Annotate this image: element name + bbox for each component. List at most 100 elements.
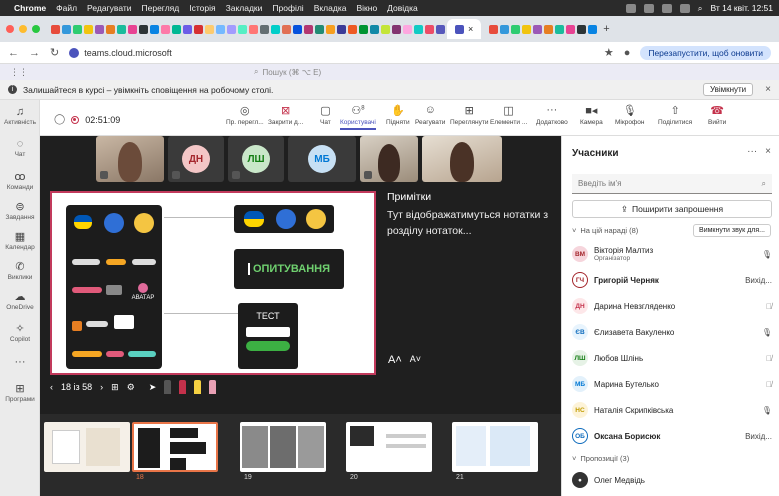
site-info-icon[interactable] <box>69 47 80 58</box>
mic-icon[interactable]: 🎙 <box>762 328 772 337</box>
mic-muted-icon[interactable]: 🎙̸ <box>766 354 772 363</box>
avatar-tile[interactable]: ЛШ <box>228 136 284 182</box>
grid-view-icon[interactable]: ⊞ <box>111 382 119 393</box>
tab-favicon-icon[interactable] <box>337 24 346 34</box>
profile-icon[interactable]: ● <box>624 47 631 59</box>
participant-row[interactable]: ДН Дарина Невзгляденко 🎙̸ <box>572 296 772 316</box>
slide-thumbnail[interactable] <box>240 422 326 472</box>
suggestions-section[interactable]: ˅ Пропозиції (3) <box>572 454 629 463</box>
participant-row[interactable]: ОБ Оксана Борисюк Вихід... <box>572 426 772 446</box>
tab-favicon-icon[interactable] <box>489 24 499 34</box>
in-meeting-section[interactable]: ˅ На цій нараді (8) <box>572 226 638 235</box>
tab-favicon-icon[interactable] <box>95 24 104 34</box>
reload-icon[interactable]: ↻ <box>50 46 59 59</box>
forward-icon[interactable]: → <box>29 47 40 59</box>
increase-font-icon[interactable]: A˄ <box>388 354 402 366</box>
tab-favicon-icon[interactable] <box>555 24 565 34</box>
mic-button[interactable]: 🎙 Мікрофон <box>615 104 645 126</box>
tab-favicon-icon[interactable] <box>51 24 60 34</box>
close-window-icon[interactable] <box>6 25 14 33</box>
tab-favicon-icon[interactable] <box>403 24 412 34</box>
mic-icon[interactable]: 🎙 <box>762 250 772 259</box>
tab-favicon-icon[interactable] <box>293 24 302 34</box>
tab-favicon-icon[interactable] <box>238 24 247 34</box>
rail-calendar[interactable]: ▦ Календар <box>0 230 40 251</box>
camera-button[interactable]: ■◂ Камера <box>580 104 603 126</box>
tab-favicon-icon[interactable] <box>304 24 313 34</box>
tab-favicon-icon[interactable] <box>62 24 71 34</box>
menu-window[interactable]: Вікно <box>356 3 377 13</box>
tab-favicon-icon[interactable] <box>117 24 126 34</box>
tab-favicon-icon[interactable] <box>392 24 401 34</box>
enable-notifications-button[interactable]: Увімкнути <box>702 83 754 96</box>
pen-icon[interactable] <box>164 380 172 394</box>
participant-row[interactable]: НС Наталія Скрипківська 🎙 <box>572 400 772 420</box>
menu-tab[interactable]: Вкладка <box>314 3 347 13</box>
tab-favicon-icon[interactable] <box>227 24 236 34</box>
presenter-view-button[interactable]: ◎ Пр. перегл... <box>226 104 264 126</box>
menu-profiles[interactable]: Профілі <box>272 3 303 13</box>
mic-muted-icon[interactable]: 🎙̸ <box>766 380 772 389</box>
react-button[interactable]: ☺ Реагувати <box>415 104 445 126</box>
tab-favicon-icon[interactable] <box>216 24 225 34</box>
tray-icon[interactable] <box>643 3 654 13</box>
participant-search-input[interactable]: Введіть ім'я ⌕ <box>572 174 772 194</box>
tab-favicon-icon[interactable] <box>249 24 258 34</box>
tab-favicon-icon[interactable] <box>370 24 379 34</box>
tab-favicon-icon[interactable] <box>172 24 181 34</box>
mute-all-button[interactable]: Вимкнути звук для... <box>693 224 771 237</box>
tray-icon[interactable] <box>661 3 672 13</box>
tab-favicon-icon[interactable] <box>128 24 137 34</box>
tab-favicon-icon[interactable] <box>566 24 576 34</box>
tab-favicon-icon[interactable] <box>194 24 203 34</box>
highlighter-icon[interactable] <box>194 380 202 394</box>
participant-row[interactable]: ЄВ Єлизавета Вакуленко 🎙 <box>572 322 772 342</box>
slide-thumbnail[interactable] <box>346 422 432 472</box>
menu-history[interactable]: Історія <box>189 3 215 13</box>
minimize-window-icon[interactable] <box>19 25 27 33</box>
tray-icon[interactable] <box>625 3 636 13</box>
tab-favicon-icon[interactable] <box>544 24 554 34</box>
menu-bookmarks[interactable]: Закладки <box>226 3 263 13</box>
tab-favicon-icon[interactable] <box>315 24 324 34</box>
tab-favicon-icon[interactable] <box>271 24 280 34</box>
video-tile[interactable] <box>96 136 164 182</box>
slide-thumbnail[interactable] <box>44 422 130 472</box>
wifi-icon[interactable] <box>679 3 690 13</box>
view-button[interactable]: ⊞ Переглянути <box>450 104 489 126</box>
rail-more[interactable]: ··· <box>0 356 40 369</box>
rail-activity[interactable]: ♫ Активність <box>0 106 40 126</box>
more-options-button[interactable]: ··· Додатково <box>536 104 568 126</box>
tab-favicon-icon[interactable] <box>106 24 115 34</box>
participant-row[interactable]: ЛШ Любов Шлінь 🎙̸ <box>572 348 772 368</box>
tab-favicon-icon[interactable] <box>183 24 192 34</box>
menubar-clock[interactable]: Вт 14 квіт. 12:51 <box>710 3 773 13</box>
tab-favicon-icon[interactable] <box>73 24 82 34</box>
participant-row[interactable]: МБ Марина Бутелько 🎙̸ <box>572 374 772 394</box>
avatar-tile[interactable]: ДН <box>168 136 224 182</box>
menu-edit[interactable]: Редагувати <box>87 3 131 13</box>
prev-slide-icon[interactable]: ‹ <box>50 382 53 392</box>
tab-favicon-icon[interactable] <box>326 24 335 34</box>
close-icon[interactable]: × <box>765 84 771 95</box>
close-panel-icon[interactable]: × <box>765 146 771 157</box>
tab-favicon-icon[interactable] <box>84 24 93 34</box>
raise-hand-button[interactable]: ✋ Підняти <box>386 104 410 126</box>
relaunch-button[interactable]: Перезапустити, щоб оновити <box>640 45 771 60</box>
tab-favicon-icon[interactable] <box>348 24 357 34</box>
menubar-app-name[interactable]: Chrome <box>14 3 46 13</box>
apps-button[interactable]: ◫ Елементи ... <box>490 104 527 126</box>
tab-favicon-icon[interactable] <box>522 24 532 34</box>
rail-calls[interactable]: ✆ Виклики <box>0 260 40 281</box>
shared-slide[interactable]: АВАТАР ОПИТУВАННЯ ТЕСТ <box>50 191 376 375</box>
url-field[interactable]: teams.cloud.microsoft <box>69 47 594 58</box>
avatar-tile[interactable]: МБ <box>288 136 356 182</box>
mic-icon[interactable]: 🎙 <box>762 406 772 415</box>
menu-file[interactable]: Файл <box>56 3 77 13</box>
tab-favicon-icon[interactable] <box>414 24 423 34</box>
tab-favicon-icon[interactable] <box>511 24 521 34</box>
chat-button[interactable]: ▢ Чат <box>320 104 331 126</box>
share-button[interactable]: ⇧ Поділитися <box>658 104 692 126</box>
new-tab-icon[interactable]: + <box>603 23 609 35</box>
teams-search[interactable]: ⌕ Пошук (⌘ ⌥ E) <box>254 67 321 77</box>
